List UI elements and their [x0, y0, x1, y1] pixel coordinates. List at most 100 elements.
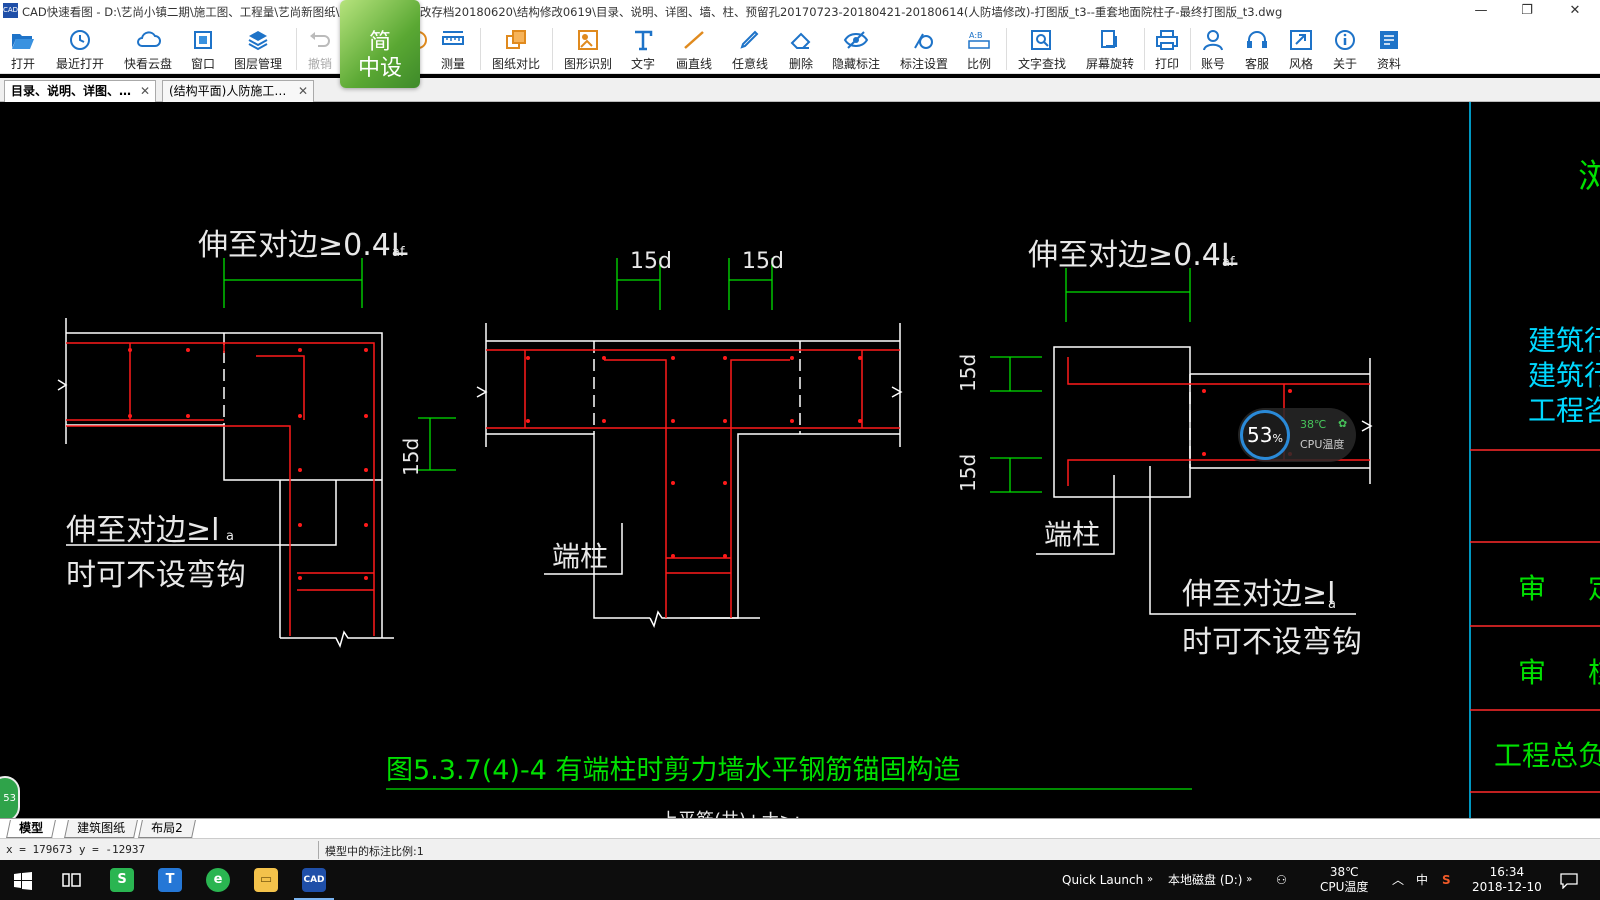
measure-button[interactable]: 测量 — [436, 26, 470, 72]
label-extend-la-left: 伸至对边≥l — [66, 513, 219, 548]
screen-rotate-button[interactable]: 屏幕旋转 — [1082, 26, 1138, 72]
about-button[interactable]: 关于 — [1328, 26, 1362, 72]
draw-line-button[interactable]: 画直线 — [672, 26, 716, 72]
status-divider — [318, 841, 319, 859]
cpu-temperature-label: CPU温度 — [1300, 438, 1345, 451]
layers-icon — [248, 31, 268, 51]
drawing-compare-button[interactable]: 图纸对比 — [488, 26, 544, 72]
label-extend-04l-left: 伸至对边≥0.4L — [198, 228, 408, 263]
cpu-usage-gauge: 53% — [1240, 410, 1290, 460]
toolbar-separator — [480, 28, 481, 70]
layout-tab-architecture[interactable]: 建筑图纸 — [64, 820, 138, 838]
window-frame-icon — [194, 31, 212, 49]
freehand-line-button[interactable]: 任意线 — [728, 26, 772, 72]
cloud-drive-button[interactable]: 快看云盘 — [120, 26, 176, 72]
start-button[interactable] — [0, 860, 48, 900]
taskbar-file-explorer[interactable]: ▭ — [242, 860, 290, 900]
minimize-button[interactable]: — — [1458, 0, 1504, 22]
title-block-review1: 审 — [1518, 572, 1546, 605]
eye-slash-icon — [843, 31, 869, 49]
close-tab-icon[interactable]: ✕ — [140, 81, 150, 101]
notification-center-icon[interactable] — [1560, 860, 1578, 900]
people-icon[interactable]: ⚇ — [1276, 860, 1287, 900]
tray-overflow-chevron-icon[interactable]: ︿ — [1392, 860, 1404, 900]
shape-recognition-button[interactable]: 图形识别 — [560, 26, 616, 72]
resources-button[interactable]: 资料 — [1372, 26, 1406, 72]
browser-icon: e — [206, 868, 230, 892]
input-method-indicator[interactable]: 中 — [1416, 860, 1428, 900]
ruler-icon — [442, 31, 464, 45]
windows-logo-icon — [14, 872, 32, 890]
account-button[interactable]: 账号 — [1196, 26, 1230, 72]
layout-tab-model[interactable]: 模型 — [6, 820, 56, 838]
label-15d-a: 15d — [630, 249, 672, 274]
expand-arrow-icon — [1290, 30, 1312, 50]
drawing-canvas[interactable]: 伸至对边≥0.4L af 15d 15d 伸至对边≥0.4L af 15d 15… — [0, 102, 1600, 818]
toolbar-separator — [1190, 28, 1191, 70]
annotation-scale: 模型中的标注比例:1 — [325, 845, 424, 858]
recent-open-button[interactable]: 最近打开 — [52, 26, 108, 72]
open-button[interactable]: 打开 — [4, 26, 42, 72]
style-button[interactable]: 风格 — [1284, 26, 1318, 72]
text-tool-button[interactable]: 文字 — [626, 26, 660, 72]
delete-button[interactable]: 删除 — [784, 26, 818, 72]
restore-button[interactable]: ❐ — [1504, 0, 1550, 22]
user-icon — [1203, 30, 1223, 51]
headset-icon — [1247, 31, 1267, 48]
layout-tabs: 模型 建筑图纸 布局2 — [0, 818, 1600, 838]
tray-cpu-temperature[interactable]: 38℃ CPU温度 — [1320, 860, 1368, 900]
system-clock[interactable]: 16:34 2018-12-10 — [1472, 860, 1542, 900]
cpu-temperature: 38℃ — [1300, 418, 1327, 431]
title-block-line3: 工程咨 — [1528, 394, 1600, 427]
drawing-labels: 伸至对边≥0.4L af 15d 15d 伸至对边≥0.4L af 15d 15… — [66, 228, 1362, 660]
close-tab-icon[interactable]: ✕ — [298, 81, 308, 101]
promo-badge[interactable]: 简 中设 — [340, 0, 420, 88]
label-extend-la-right: 伸至对边≥l — [1182, 577, 1335, 612]
undo-button[interactable]: 撤销 — [304, 26, 336, 72]
taskbar-app-s[interactable]: S — [98, 860, 146, 900]
close-window-button[interactable]: ✕ — [1552, 0, 1598, 22]
taskbar-browser[interactable]: e — [194, 860, 242, 900]
title-block-review2-b: 核 — [1588, 656, 1600, 689]
toolbar-separator — [552, 28, 553, 70]
annotation-settings-button[interactable]: 标注设置 — [896, 26, 952, 72]
toolbar-separator — [1144, 28, 1145, 70]
window-button[interactable]: 窗口 — [186, 26, 220, 72]
right-dimensions — [990, 268, 1191, 493]
title-block-frame — [1469, 102, 1600, 818]
label-end-column-right: 端柱 — [1044, 518, 1100, 551]
label-af-left: af — [392, 245, 405, 260]
left-corner-detail — [57, 318, 394, 649]
middle-tee-detail — [476, 323, 903, 629]
taskbar-cad-viewer[interactable]: CAD — [290, 860, 338, 900]
chevron-icon: » — [1147, 874, 1154, 885]
quick-launch-toolbar[interactable]: Quick Launch » — [1062, 860, 1153, 900]
clock-history-icon — [70, 30, 90, 50]
layout-tab-layout2[interactable]: 布局2 — [138, 820, 196, 838]
task-view-button[interactable] — [48, 860, 96, 900]
taskbar-app-t[interactable]: T — [146, 860, 194, 900]
drive-toolbar[interactable]: 本地磁盘 (D:) » — [1168, 860, 1252, 900]
folder-icon: ▭ — [254, 868, 278, 892]
customer-service-button[interactable]: 客服 — [1240, 26, 1274, 72]
title-block-engineer: 工程总负 — [1494, 739, 1600, 772]
scale-button[interactable]: A:B 比例 — [962, 26, 996, 72]
line-tool-icon — [684, 31, 704, 49]
label-af-right: af — [1222, 255, 1235, 270]
cpu-monitor-widget[interactable]: 53% 38℃ ✿ CPU温度 — [1238, 408, 1356, 462]
layer-management-button[interactable]: 图层管理 — [230, 26, 286, 72]
magnifier-text-icon — [1031, 30, 1051, 50]
title-block-review2: 审 — [1518, 656, 1546, 689]
floating-speed-ball[interactable]: 53 — [0, 776, 20, 818]
label-a-right: a — [1328, 597, 1336, 612]
toolbar-separator — [1006, 28, 1007, 70]
tab-catalog-details[interactable]: 目录、说明、详图、… ✕ — [4, 80, 156, 102]
sogou-ime-icon[interactable]: S — [1442, 860, 1451, 900]
scale-ab-icon: A:B — [968, 31, 990, 49]
figure-caption: 图5.3.7(4)-4 有端柱时剪力墙水平钢筋锚固构造 — [386, 755, 960, 786]
tab-structure-plan[interactable]: (结构平面)人防施工… ✕ — [162, 80, 314, 102]
text-search-button[interactable]: 文字查找 — [1014, 26, 1070, 72]
title-block-top-glyph: 浏 — [1578, 157, 1600, 197]
print-button[interactable]: 打印 — [1150, 26, 1184, 72]
hide-annotation-button[interactable]: 隐藏标注 — [828, 26, 884, 72]
